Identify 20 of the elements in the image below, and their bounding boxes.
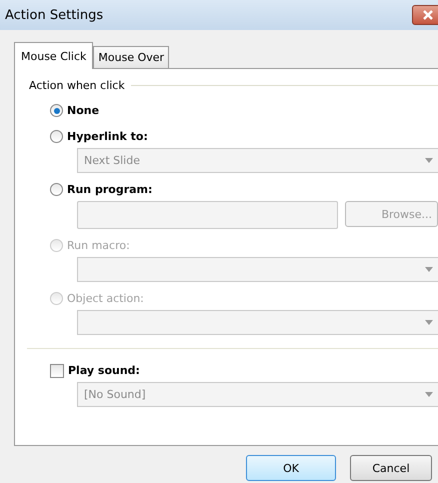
- tab[interactable]: Mouse Over: [93, 46, 170, 68]
- close-icon: [422, 10, 434, 20]
- tab[interactable]: Mouse Click: [14, 42, 94, 69]
- radio-option[interactable]: Hyperlink to:: [29, 127, 438, 146]
- close-button[interactable]: [412, 5, 438, 25]
- dialog-button[interactable]: OK: [246, 455, 336, 481]
- radio-button[interactable]: [50, 130, 63, 143]
- caret-icon: [425, 320, 433, 325]
- window-title: Action Settings: [5, 8, 104, 22]
- radio-option[interactable]: None: [29, 101, 438, 120]
- checkbox-option[interactable]: Play sound:: [29, 361, 438, 380]
- radio-option[interactable]: Run program:: [29, 180, 438, 199]
- caret-icon: [425, 392, 433, 397]
- dialog-button[interactable]: Cancel: [350, 455, 432, 481]
- checkbox[interactable]: [50, 364, 64, 378]
- caret-icon: [425, 267, 433, 272]
- radio-button[interactable]: [50, 183, 63, 196]
- caret-icon: [425, 158, 433, 163]
- group-title: Action when click: [29, 79, 125, 92]
- radio-button[interactable]: [50, 104, 63, 117]
